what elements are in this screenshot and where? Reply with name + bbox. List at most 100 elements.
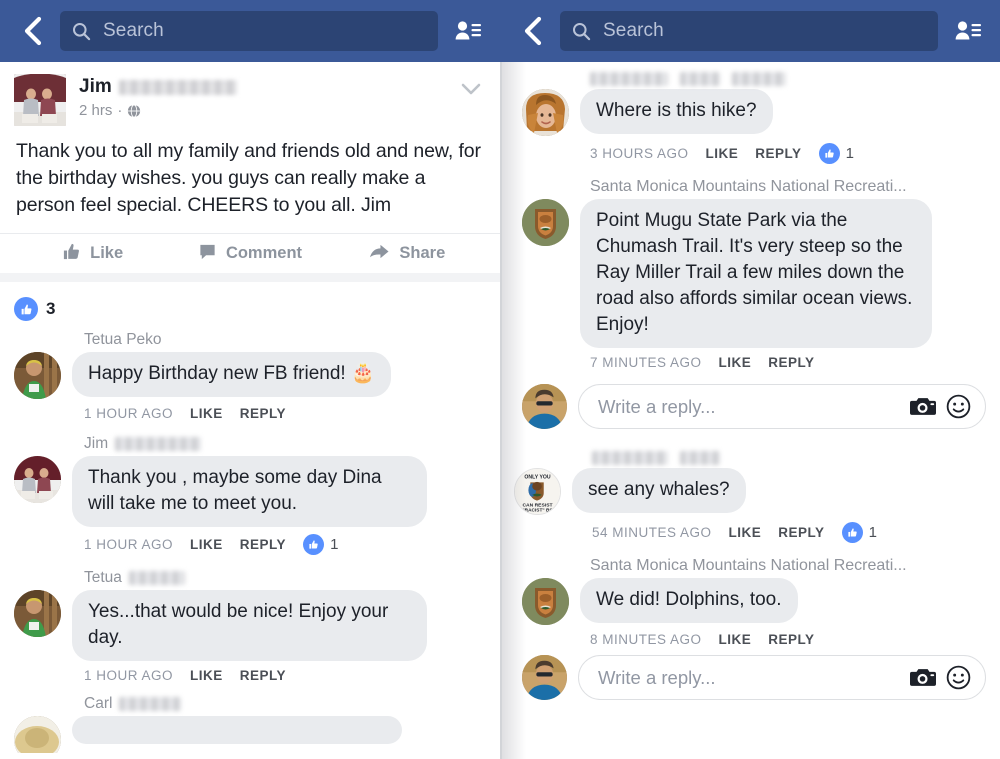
- comment-author-avatar[interactable]: [14, 590, 61, 637]
- left-feed: Jim 2 hrs · Thank you to all my family a…: [0, 62, 500, 759]
- redacted-name: [680, 72, 720, 86]
- comment-item: Santa Monica Mountains National Recreati…: [522, 178, 986, 370]
- nps-arrowhead-icon: [522, 199, 569, 246]
- smiley-icon[interactable]: [946, 665, 971, 690]
- comment-button[interactable]: Comment: [171, 242, 328, 266]
- comment-reply-action[interactable]: REPLY: [768, 355, 814, 370]
- globe-icon: [127, 103, 142, 118]
- comment-footer: 3 HOURS AGO LIKE REPLY 1: [590, 143, 986, 164]
- comment-author-avatar[interactable]: [522, 578, 569, 625]
- share-arrow-icon: [369, 242, 390, 266]
- camera-icon[interactable]: [910, 396, 936, 417]
- redacted-lastname: [118, 79, 237, 95]
- comment-like-count-badge[interactable]: 1: [818, 143, 854, 164]
- top-navigation-bar: Search: [0, 0, 500, 62]
- comment-reply-action[interactable]: REPLY: [768, 632, 814, 647]
- current-user-avatar[interactable]: [522, 655, 567, 700]
- search-placeholder: Search: [603, 20, 664, 41]
- comment-author-avatar[interactable]: [14, 456, 61, 503]
- comment-author-name[interactable]: Santa Monica Mountains National Recreati…: [590, 557, 986, 575]
- thumbs-up-filled-icon: [14, 297, 38, 321]
- back-button[interactable]: [12, 10, 54, 52]
- search-input[interactable]: Search: [560, 11, 938, 51]
- comment-bubble-icon: [198, 242, 217, 266]
- search-icon: [572, 22, 594, 41]
- post-author-name-text: Jim: [79, 76, 112, 97]
- reply-input[interactable]: Write a reply...: [578, 384, 986, 429]
- comment-like-action[interactable]: LIKE: [190, 668, 223, 683]
- current-user-avatar[interactable]: [522, 384, 567, 429]
- comment-text: Point Mugu State Park via the Chumash Tr…: [580, 199, 932, 348]
- comment-reply-action[interactable]: REPLY: [755, 146, 801, 161]
- share-button-label: Share: [399, 244, 446, 262]
- back-chevron-icon: [24, 16, 42, 46]
- redacted-lastname: [119, 697, 182, 711]
- reaction-summary[interactable]: 3: [0, 282, 500, 331]
- comment-author-avatar[interactable]: [522, 89, 569, 136]
- svg-text:CAN RESIST: CAN RESIST: [522, 502, 552, 508]
- left-comment-list: Tetua Peko Happy Birthday new FB friend!…: [0, 331, 500, 759]
- search-placeholder: Search: [103, 20, 164, 41]
- reply-input[interactable]: Write a reply...: [578, 655, 986, 700]
- post-header: Jim 2 hrs ·: [14, 74, 486, 126]
- redacted-name: [680, 451, 720, 465]
- comment-timestamp: 1 HOUR AGO: [84, 406, 174, 421]
- post-author-name[interactable]: Jim: [79, 76, 486, 98]
- comment-timestamp: 3 HOURS AGO: [590, 146, 689, 161]
- comment-like-action[interactable]: LIKE: [719, 632, 752, 647]
- comment-like-action[interactable]: LIKE: [706, 146, 739, 161]
- comment-like-count-badge[interactable]: 1: [303, 534, 338, 555]
- reaction-count: 3: [46, 299, 56, 318]
- comment-like-count-badge[interactable]: 1: [841, 522, 877, 543]
- search-input[interactable]: Search: [60, 11, 438, 51]
- comment-text: Thank you , maybe some day Dina will tak…: [72, 456, 427, 527]
- camera-icon[interactable]: [910, 667, 936, 688]
- post-timestamp: 2 hrs: [79, 102, 113, 119]
- like-button[interactable]: Like: [14, 242, 171, 266]
- top-navigation-bar: Search: [500, 0, 1000, 62]
- comment-text: Yes...that would be nice! Enjoy your day…: [72, 590, 427, 661]
- comment-author-name[interactable]: [590, 72, 986, 86]
- comment-author-name[interactable]: Tetua Peko: [84, 331, 486, 349]
- comment-reply-action[interactable]: REPLY: [240, 406, 286, 421]
- comment-footer: 8 MINUTES AGO LIKE REPLY: [590, 632, 986, 647]
- comment-author-avatar[interactable]: [522, 199, 569, 246]
- comment-row: ONLY YOU CAN RESIST "RACIST" BS see any …: [514, 468, 986, 515]
- comment-reply-action[interactable]: REPLY: [240, 668, 286, 683]
- comment-author-name[interactable]: Santa Monica Mountains National Recreati…: [590, 178, 986, 196]
- comment-item: Jim Thank you , maybe some day Dina will…: [14, 435, 486, 555]
- comment-like-count: 1: [330, 536, 339, 553]
- back-button[interactable]: [512, 10, 554, 52]
- comment-author-name[interactable]: Carl: [84, 695, 486, 713]
- comment-item: Where is this hike? 3 HOURS AGO LIKE REP…: [522, 72, 986, 164]
- back-chevron-icon: [524, 16, 542, 46]
- comment-item: Santa Monica Mountains National Recreati…: [522, 557, 986, 647]
- post-author-avatar[interactable]: [14, 74, 66, 126]
- comment-author-name[interactable]: [592, 451, 986, 465]
- comment-author-avatar[interactable]: [14, 352, 61, 399]
- right-feed: Where is this hike? 3 HOURS AGO LIKE REP…: [500, 62, 1000, 759]
- friend-requests-icon[interactable]: [948, 11, 988, 51]
- nps-arrowhead-icon: [522, 578, 569, 625]
- friend-requests-icon[interactable]: [448, 11, 488, 51]
- post-options-chevron-down-icon[interactable]: [458, 80, 484, 103]
- smiley-icon[interactable]: [946, 394, 971, 419]
- comment-like-action[interactable]: LIKE: [719, 355, 752, 370]
- comment-author-avatar[interactable]: ONLY YOU CAN RESIST "RACIST" BS: [514, 468, 561, 515]
- comment-author-name[interactable]: Tetua: [84, 569, 486, 587]
- comment-item: Tetua Peko Happy Birthday new FB friend!…: [14, 331, 486, 421]
- thumbs-up-filled-icon: [818, 143, 840, 164]
- comment-row: We did! Dolphins, too.: [522, 578, 986, 625]
- comment-author-name[interactable]: Jim: [84, 435, 486, 453]
- write-reply-row: Write a reply...: [522, 655, 986, 700]
- comment-like-action[interactable]: LIKE: [190, 406, 223, 421]
- comment-like-action[interactable]: LIKE: [729, 525, 762, 540]
- post-card: Jim 2 hrs · Thank you to all my family a…: [0, 62, 500, 282]
- redacted-lastname: [128, 571, 185, 585]
- comment-reply-action[interactable]: REPLY: [240, 537, 286, 552]
- comment-like-action[interactable]: LIKE: [190, 537, 223, 552]
- comment-footer: 7 MINUTES AGO LIKE REPLY: [590, 355, 986, 370]
- share-button[interactable]: Share: [329, 242, 486, 266]
- comment-reply-action[interactable]: REPLY: [778, 525, 824, 540]
- reply-placeholder: Write a reply...: [598, 666, 716, 688]
